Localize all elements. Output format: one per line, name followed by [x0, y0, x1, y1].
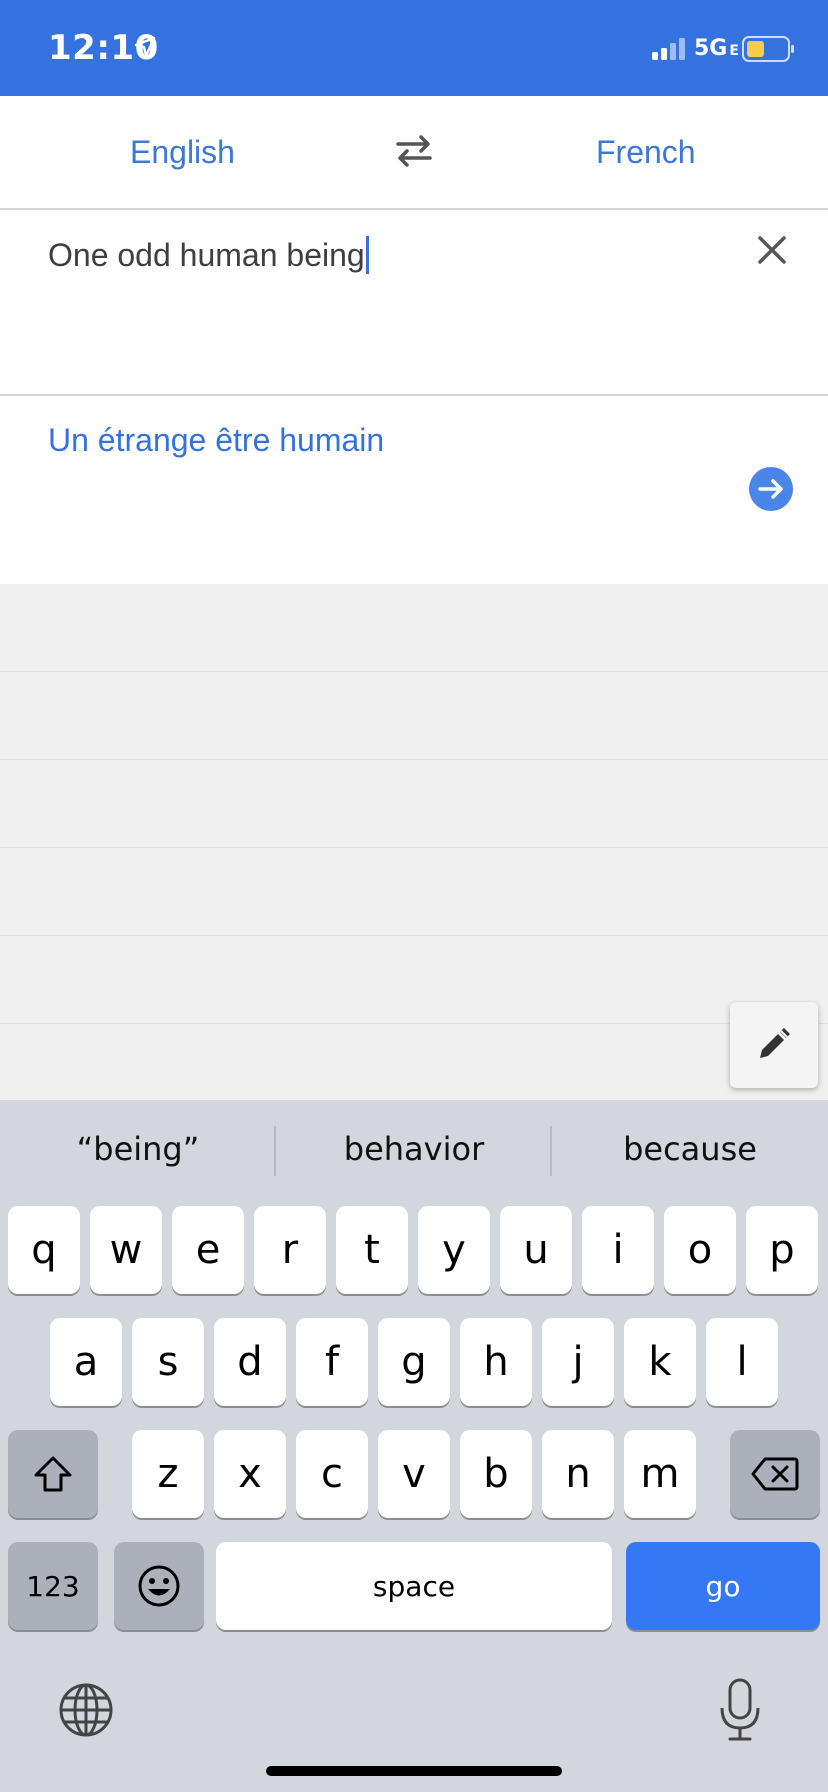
handwriting-button[interactable]: [730, 1002, 818, 1088]
suggestion-bar: “being” behavior because: [0, 1100, 828, 1196]
key-p[interactable]: p: [746, 1206, 818, 1294]
key-m[interactable]: m: [624, 1430, 696, 1518]
keyboard: “being” behavior because q w e r t y u i…: [0, 1100, 828, 1792]
suggestion-item[interactable]: behavior: [276, 1130, 552, 1168]
globe-icon[interactable]: [58, 1682, 114, 1738]
key-w[interactable]: w: [90, 1206, 162, 1294]
language-bar: English French: [0, 96, 828, 210]
key-t[interactable]: t: [336, 1206, 408, 1294]
list-item: [0, 936, 828, 1024]
emoji-key[interactable]: [114, 1542, 204, 1630]
key-g[interactable]: g: [378, 1318, 450, 1406]
suggestion-item[interactable]: “being”: [0, 1130, 276, 1168]
key-f[interactable]: f: [296, 1318, 368, 1406]
pen-icon: [760, 1028, 790, 1058]
history-list: [0, 584, 828, 1100]
key-b[interactable]: b: [460, 1430, 532, 1518]
numbers-key[interactable]: 123: [8, 1542, 98, 1630]
source-text-wrapper: One odd human being: [48, 236, 369, 274]
source-language-button[interactable]: English: [130, 134, 235, 171]
source-text-field[interactable]: One odd human being: [0, 210, 828, 396]
key-k[interactable]: k: [624, 1318, 696, 1406]
emoji-icon: [138, 1565, 180, 1607]
backspace-key[interactable]: [730, 1430, 820, 1518]
suggestion-item[interactable]: because: [552, 1130, 828, 1168]
key-l[interactable]: l: [706, 1318, 778, 1406]
key-v[interactable]: v: [378, 1430, 450, 1518]
key-y[interactable]: y: [418, 1206, 490, 1294]
backspace-icon: [751, 1457, 799, 1491]
key-a[interactable]: a: [50, 1318, 122, 1406]
network-type: 5G E: [694, 36, 739, 61]
key-i[interactable]: i: [582, 1206, 654, 1294]
status-bar: 12:10 5G E: [0, 0, 828, 96]
translated-text: Un étrange être humain: [48, 422, 385, 458]
arrow-right-icon[interactable]: [748, 466, 794, 512]
key-h[interactable]: h: [460, 1318, 532, 1406]
key-c[interactable]: c: [296, 1430, 368, 1518]
key-z[interactable]: z: [132, 1430, 204, 1518]
key-s[interactable]: s: [132, 1318, 204, 1406]
list-item: [0, 760, 828, 848]
list-item: [0, 672, 828, 760]
close-icon[interactable]: [756, 234, 788, 266]
translation-result[interactable]: Un étrange être humain: [0, 396, 828, 584]
text-cursor: [365, 236, 369, 274]
battery-icon: [742, 36, 794, 62]
swap-languages-icon[interactable]: [394, 134, 434, 168]
list-item: [0, 848, 828, 936]
list-item: [0, 584, 828, 672]
key-o[interactable]: o: [664, 1206, 736, 1294]
home-indicator: [266, 1766, 562, 1776]
key-r[interactable]: r: [254, 1206, 326, 1294]
location-arrow-icon: [134, 36, 156, 58]
go-key[interactable]: go: [626, 1542, 820, 1630]
shift-icon: [34, 1456, 72, 1492]
key-n[interactable]: n: [542, 1430, 614, 1518]
microphone-icon[interactable]: [718, 1678, 762, 1742]
shift-key[interactable]: [8, 1430, 98, 1518]
key-u[interactable]: u: [500, 1206, 572, 1294]
key-x[interactable]: x: [214, 1430, 286, 1518]
source-text: One odd human being: [48, 237, 365, 273]
cellular-signal-icon: [652, 38, 685, 60]
target-language-button[interactable]: French: [596, 134, 696, 171]
key-e[interactable]: e: [172, 1206, 244, 1294]
space-key[interactable]: space: [216, 1542, 612, 1630]
key-j[interactable]: j: [542, 1318, 614, 1406]
key-q[interactable]: q: [8, 1206, 80, 1294]
key-d[interactable]: d: [214, 1318, 286, 1406]
